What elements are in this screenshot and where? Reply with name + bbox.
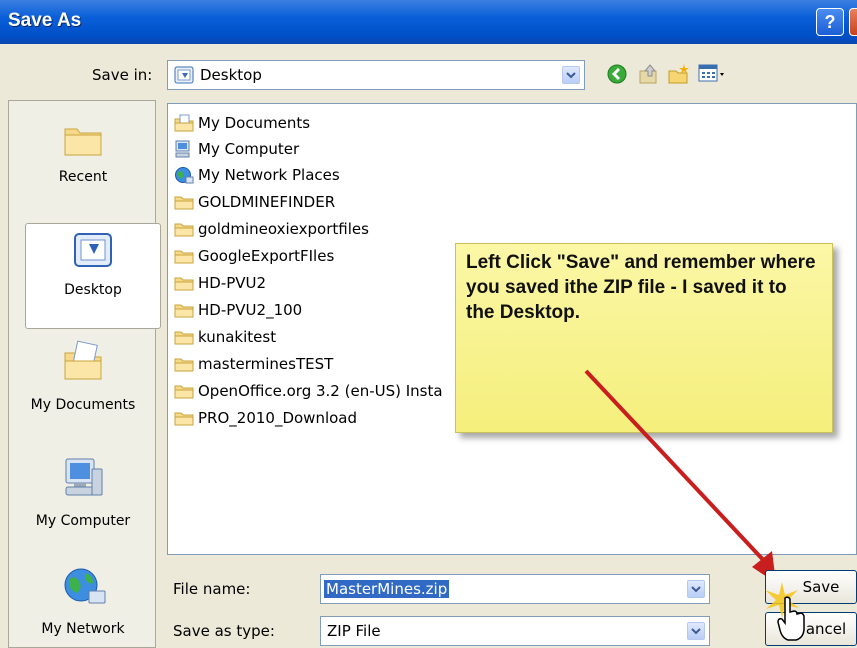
list-item-folder[interactable]: HD-PVU2_100 [174,298,302,322]
folder-icon [174,331,194,345]
list-item-my-documents[interactable]: My Documents [174,111,310,135]
list-item-folder[interactable]: HD-PVU2 [174,271,266,295]
sidebar-item-recent[interactable]: Recent [9,119,157,185]
views-menu-icon[interactable] [698,63,730,85]
folder-icon [174,385,194,399]
file-name-input[interactable]: MasterMines.zip [320,574,710,604]
red-arrow-annotation [584,369,776,583]
folder-icon [174,250,194,264]
save-in-dropdown[interactable]: Desktop [167,60,585,90]
sidebar-item-my-network[interactable]: My Network [9,565,157,637]
recent-folder-icon [64,128,102,156]
my-computer-icon [175,140,190,158]
list-item-folder[interactable]: kunakitest [174,325,276,349]
save-type-label: Save as type: [173,622,275,640]
folder-icon [174,358,194,372]
chevron-down-icon[interactable] [562,66,580,84]
close-button[interactable] [849,8,857,36]
list-item-my-computer[interactable]: My Computer [174,137,299,161]
network-icon [175,167,194,184]
folder-icon [174,277,194,291]
list-item-my-network-places[interactable]: My Network Places [174,163,340,187]
sidebar-item-my-documents[interactable]: My Documents [9,339,157,413]
folder-icon [174,196,194,210]
back-icon[interactable] [606,63,628,85]
save-in-label: Save in: [92,66,153,84]
sidebar-item-desktop[interactable]: Desktop [25,223,161,329]
folder-icon [174,304,194,318]
save-type-value: ZIP File [327,622,381,640]
places-sidebar: Recent Desktop My Documents My Computer [8,100,161,648]
folder-icon [174,412,194,426]
list-item-folder[interactable]: goldmineoxiexportfiles [174,217,369,241]
list-item-folder[interactable]: GOLDMINEFINDER [174,190,335,214]
desktop-icon [74,233,112,267]
help-button[interactable]: ? [816,8,844,36]
list-item-folder[interactable]: GoogleExportFIles [174,244,334,268]
my-documents-icon [174,114,194,132]
my-documents-icon [64,340,102,380]
new-folder-icon[interactable] [667,62,691,86]
hand-cursor-icon [777,596,805,641]
chevron-down-icon[interactable] [687,580,705,598]
window-title: Save As [8,10,82,31]
my-network-icon [64,568,106,604]
folder-icon [174,223,194,237]
up-folder-icon[interactable] [638,63,660,85]
save-in-value: Desktop [200,66,262,84]
chevron-down-icon[interactable] [687,622,705,640]
title-bar[interactable]: Save As ? [0,0,857,44]
file-name-label: File name: [173,580,251,598]
file-name-value: MasterMines.zip [324,580,450,598]
my-computer-icon [65,458,103,496]
save-type-dropdown[interactable]: ZIP File [320,616,710,646]
list-item-folder[interactable]: masterminesTEST [174,352,333,376]
list-item-folder[interactable]: OpenOffice.org 3.2 (en-US) Insta [174,379,443,403]
list-item-folder[interactable]: PRO_2010_Download [174,406,357,430]
sidebar-item-my-computer[interactable]: My Computer [9,455,157,529]
desktop-icon [174,66,194,84]
